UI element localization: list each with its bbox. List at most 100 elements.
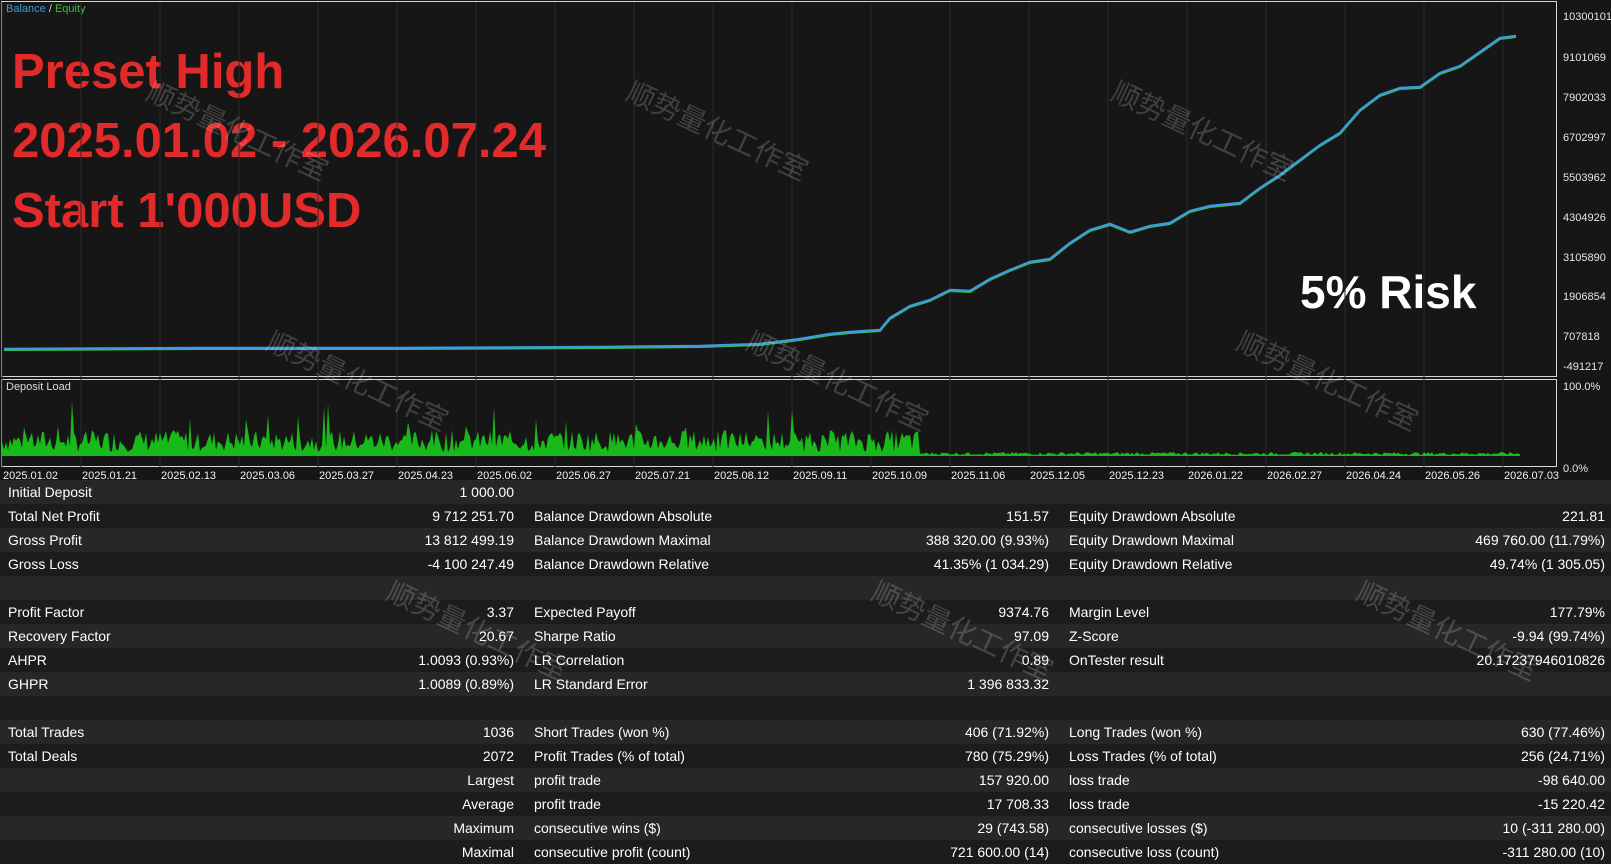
stats-cell: OnTester result 20.17237946010826 xyxy=(1055,648,1611,672)
stat-value: 13 812 499.19 xyxy=(424,532,514,548)
stats-cell xyxy=(520,576,1055,600)
stat-value: 29 (743.58) xyxy=(977,820,1049,836)
stats-cell: Balance Drawdown Relative 41.35% (1 034.2… xyxy=(520,552,1055,576)
stat-value: -9.94 (99.74%) xyxy=(1512,628,1605,644)
y-tick-5: 5503962 xyxy=(1563,172,1606,184)
stats-row xyxy=(0,696,1611,720)
stats-cell xyxy=(1055,480,1611,504)
stats-cell: Balance Drawdown Absolute 151.57 xyxy=(520,504,1055,528)
stats-row: Average profit trade 17 708.33 loss trade -1… xyxy=(0,792,1611,816)
stat-label: Gross Profit xyxy=(8,532,82,548)
stat-label: profit trade xyxy=(534,796,601,812)
stats-cell: Loss Trades (% of total) 256 (24.71%) xyxy=(1055,744,1611,768)
stats-cell: Largest xyxy=(0,768,520,792)
stat-value: 151.57 xyxy=(1006,508,1049,524)
stat-value: Maximum xyxy=(453,820,514,836)
stat-label: AHPR xyxy=(8,652,47,668)
stats-row: Total Trades 1036 Short Trades (won %) 406 … xyxy=(0,720,1611,744)
stats-cell: Total Deals 2072 xyxy=(0,744,520,768)
balance-equity-chart: Balance / Equity Deposit Load Preset Hig… xyxy=(0,0,1611,482)
stats-cell: Total Trades 1036 xyxy=(0,720,520,744)
stat-label: Equity Drawdown Maximal xyxy=(1069,532,1234,548)
stat-value: 388 320.00 (9.93%) xyxy=(926,532,1049,548)
stats-cell: Gross Profit 13 812 499.19 xyxy=(0,528,520,552)
stat-label: LR Correlation xyxy=(534,652,625,668)
y-tick-2: 9101069 xyxy=(1563,52,1606,64)
stats-cell xyxy=(1055,672,1611,696)
stat-label: consecutive wins ($) xyxy=(534,820,661,836)
stat-value: 20.67 xyxy=(478,628,514,644)
y-tick-7: 3105890 xyxy=(1563,252,1606,264)
stat-value: -98 640.00 xyxy=(1538,772,1605,788)
stat-label: consecutive profit (count) xyxy=(534,844,691,860)
stat-value: 49.74% (1 305.05) xyxy=(1489,556,1605,572)
deposit-y-tick-max: 100.0% xyxy=(1563,381,1601,393)
stat-label: Recovery Factor xyxy=(8,628,111,644)
stats-row: Recovery Factor 20.67 Sharpe Ratio 97.09 Z-S… xyxy=(0,624,1611,648)
stats-cell: Long Trades (won %) 630 (77.46%) xyxy=(1055,720,1611,744)
stats-cell: loss trade -15 220.42 xyxy=(1055,792,1611,816)
stat-value: 1 000.00 xyxy=(459,484,515,500)
stat-value: 2072 xyxy=(482,748,514,764)
stat-label: Equity Drawdown Relative xyxy=(1069,556,1233,572)
stat-value: -4 100 247.49 xyxy=(427,556,514,572)
stat-value: 406 (71.92%) xyxy=(964,724,1049,740)
stats-row: AHPR 1.0093 (0.93%) LR Correlation 0.89 OnTe… xyxy=(0,648,1611,672)
stats-cell: Profit Trades (% of total) 780 (75.29%) xyxy=(520,744,1055,768)
stat-label: Z-Score xyxy=(1069,628,1119,644)
stats-cell: Z-Score -9.94 (99.74%) xyxy=(1055,624,1611,648)
stats-cell: Short Trades (won %) 406 (71.92%) xyxy=(520,720,1055,744)
deposit-y-tick-min: 0.0% xyxy=(1563,463,1589,475)
stat-value: -311 280.00 (10) xyxy=(1502,844,1605,860)
stat-value: 256 (24.71%) xyxy=(1520,748,1605,764)
stat-label: GHPR xyxy=(8,676,49,692)
stats-cell: Maximal xyxy=(0,840,520,864)
stats-cell: Sharpe Ratio 97.09 xyxy=(520,624,1055,648)
statistics-table: Initial Deposit 1 000.00 Total Net Profit 9… xyxy=(0,480,1611,864)
stat-label: Profit Factor xyxy=(8,604,85,620)
stat-label: LR Standard Error xyxy=(534,676,648,692)
y-tick-8: 1906854 xyxy=(1563,291,1606,303)
stats-cell: Recovery Factor 20.67 xyxy=(0,624,520,648)
y-tick-4: 6702997 xyxy=(1563,132,1606,144)
chart-drawing xyxy=(1,2,1520,467)
stat-value: 1.0093 (0.93%) xyxy=(418,652,514,668)
stats-cell: Equity Drawdown Maximal 469 760.00 (11.79… xyxy=(1055,528,1611,552)
stat-value: 221.81 xyxy=(1562,508,1605,524)
stat-value: 17 708.33 xyxy=(986,796,1049,812)
stat-value: Maximal xyxy=(461,844,514,860)
stats-cell: Maximum xyxy=(0,816,520,840)
stat-value: 10 (-311 280.00) xyxy=(1502,820,1605,836)
stats-cell: consecutive profit (count) 721 600.00 (14… xyxy=(520,840,1055,864)
y-tick-3: 7902033 xyxy=(1563,92,1606,104)
stats-cell: loss trade -98 640.00 xyxy=(1055,768,1611,792)
stats-cell xyxy=(1055,696,1611,720)
stat-value: 97.09 xyxy=(1013,628,1049,644)
stats-row: Maximum consecutive wins ($) 29 (743.58) co… xyxy=(0,816,1611,840)
stat-value: 0.89 xyxy=(1021,652,1049,668)
stat-label: Gross Loss xyxy=(8,556,79,572)
stats-row: Total Net Profit 9 712 251.70 Balance Draw… xyxy=(0,504,1611,528)
stats-cell: AHPR 1.0093 (0.93%) xyxy=(0,648,520,672)
stat-label: Initial Deposit xyxy=(8,484,93,500)
stat-label: Total Deals xyxy=(8,748,78,764)
stats-cell xyxy=(520,480,1055,504)
stats-cell: consecutive wins ($) 29 (743.58) xyxy=(520,816,1055,840)
stat-value: 1036 xyxy=(482,724,514,740)
stats-row xyxy=(0,576,1611,600)
stat-label: Profit Trades (% of total) xyxy=(534,748,685,764)
stats-cell: Expected Payoff 9374.76 xyxy=(520,600,1055,624)
stat-label: Long Trades (won %) xyxy=(1069,724,1203,740)
stat-label: Total Trades xyxy=(8,724,85,740)
stats-row: Profit Factor 3.37 Expected Payoff 9374.76 M… xyxy=(0,600,1611,624)
stat-value: 630 (77.46%) xyxy=(1520,724,1605,740)
stat-value: Average xyxy=(462,796,514,812)
stats-cell: Equity Drawdown Relative 49.74% (1 305.05… xyxy=(1055,552,1611,576)
stat-value: 41.35% (1 034.29) xyxy=(933,556,1049,572)
stat-label: loss trade xyxy=(1069,796,1130,812)
stat-value: 469 760.00 (11.79%) xyxy=(1475,532,1605,548)
stats-row: Maximal consecutive profit (count) 721 600… xyxy=(0,840,1611,864)
stats-cell: Gross Loss -4 100 247.49 xyxy=(0,552,520,576)
y-tick-9: 707818 xyxy=(1563,331,1600,343)
stat-value: 1.0089 (0.89%) xyxy=(418,676,514,692)
